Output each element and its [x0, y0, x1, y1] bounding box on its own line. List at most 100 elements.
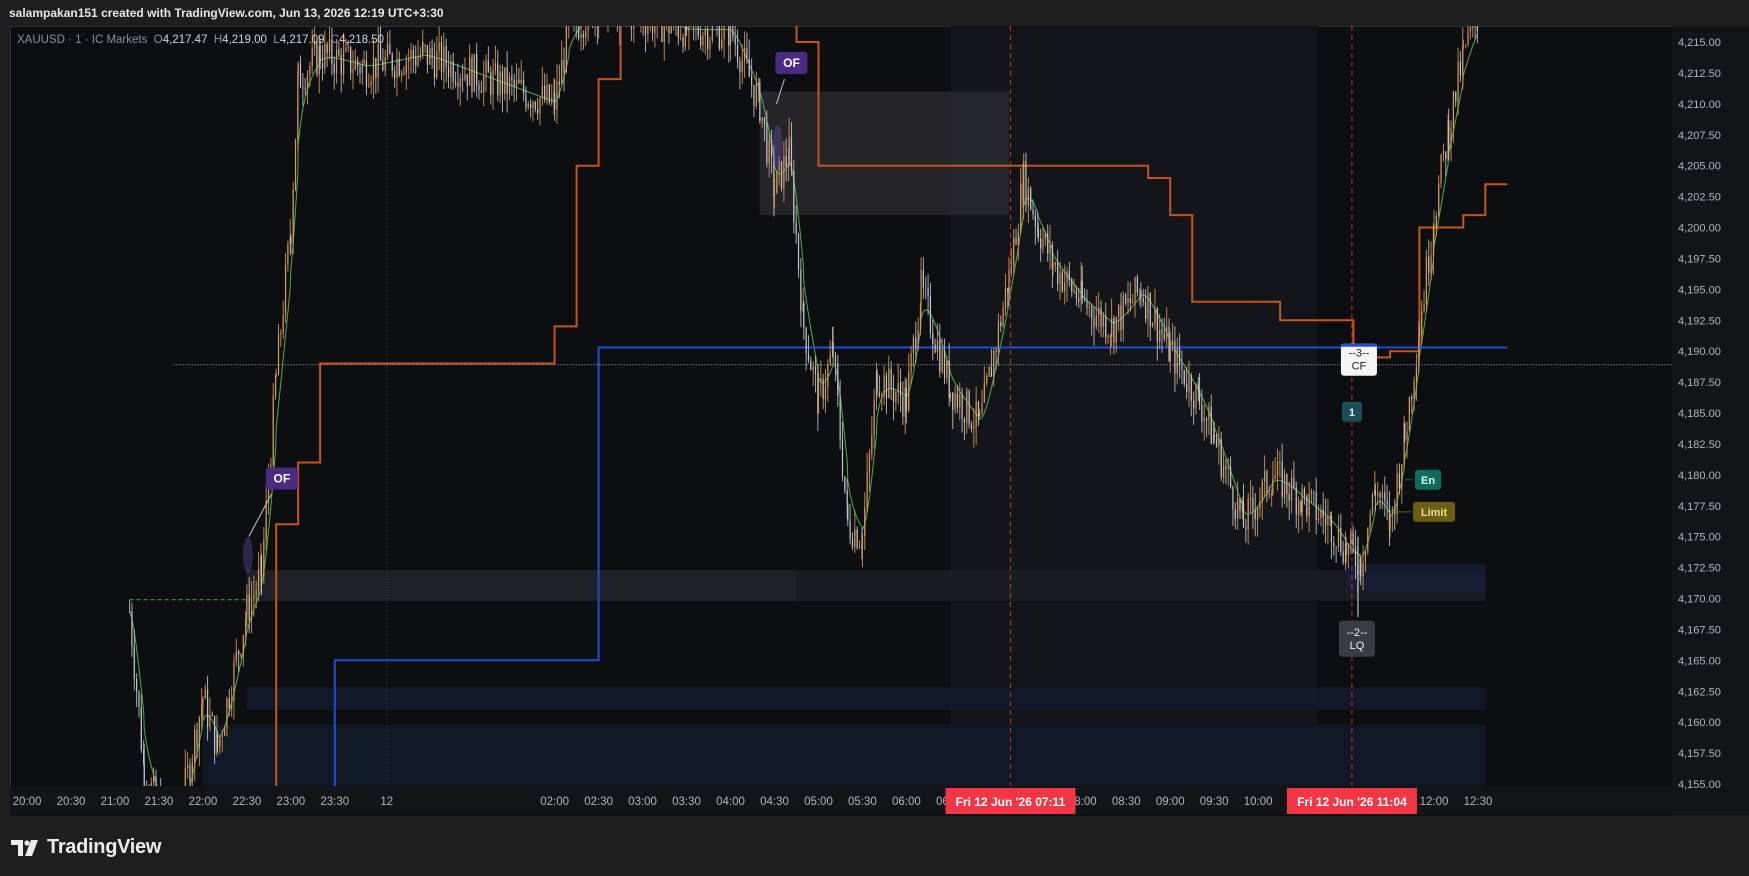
candle-body [1008, 269, 1010, 293]
marker-3-cf[interactable]: --3--CF [1340, 343, 1377, 376]
candle-body [201, 705, 203, 718]
candle-body [728, 26, 730, 46]
zone-layer [202, 26, 1486, 786]
low-value: 4,217.09 [279, 34, 325, 46]
x-tick-label: 03:00 [628, 796, 657, 808]
candle-body [209, 714, 211, 727]
y-tick-label: 4,157.50 [1678, 748, 1721, 760]
y-tick-label: 4,175.00 [1678, 532, 1721, 544]
candle-body [892, 388, 895, 402]
candle-body [925, 287, 927, 289]
candle-body [915, 337, 917, 349]
x-tick-label: 12:00 [1420, 796, 1449, 808]
candle-body [932, 333, 934, 345]
candle-body [1044, 233, 1046, 240]
candle-body [1271, 493, 1273, 495]
candle-body [1178, 348, 1181, 366]
candle-body [309, 66, 311, 75]
marker-1[interactable]: 1 [1341, 401, 1362, 422]
candle-body [250, 599, 253, 620]
candle-body [1295, 487, 1297, 515]
candle-body [513, 79, 515, 87]
candle-body [248, 594, 250, 620]
candle-body [1462, 44, 1464, 46]
limit-label[interactable]: Limit [1413, 501, 1456, 522]
candle-body [228, 698, 230, 708]
candle-body [598, 11, 599, 26]
candle-body [321, 63, 324, 69]
candle-body [858, 546, 861, 548]
candle-body [758, 82, 760, 85]
candle-body [554, 92, 556, 110]
candle-body [573, 12, 574, 16]
candle-body [1264, 471, 1266, 482]
candle-body [714, 23, 715, 24]
candle-body [1054, 263, 1056, 265]
candle-body [905, 387, 907, 411]
liquidity-zone [246, 570, 797, 601]
x-tick-label: 23:30 [320, 796, 349, 808]
tradingview-logo[interactable]: TradingView [11, 836, 161, 859]
candle-body [386, 44, 389, 58]
candle-body [1171, 340, 1174, 344]
candle-body [977, 401, 980, 417]
symbol-legend: XAUUSD · 1 · IC Markets O4,217.47 H4,219… [17, 34, 384, 46]
x-tick-label: 03:30 [672, 796, 701, 808]
y-tick-label: 4,212.50 [1678, 68, 1721, 80]
candle-body [233, 661, 235, 702]
candle-body [469, 57, 471, 86]
candle-body [464, 74, 466, 80]
candle-body [226, 698, 228, 729]
candle-body [284, 264, 287, 316]
candle-body [1020, 183, 1022, 233]
candle-body [807, 353, 810, 361]
candle-body [685, 26, 688, 31]
candle-body [1049, 244, 1051, 254]
of-badge-2[interactable]: OF [775, 52, 808, 75]
candle-body [235, 651, 237, 662]
candle-body [1030, 187, 1032, 210]
price-chart[interactable]: OF OF --3--CF 1 --2--LQ En Limit 4,215.00 4,212… [0, 0, 1749, 816]
candle-body [412, 50, 414, 58]
candle-body [851, 538, 854, 548]
candle-body [483, 74, 485, 93]
candle-body [856, 529, 858, 548]
candle-body [587, 26, 589, 31]
candle-body [661, 26, 663, 42]
candle-body [790, 136, 793, 172]
candle-body [1134, 277, 1136, 302]
candle-body [304, 88, 306, 90]
candle-body [1462, 45, 1464, 76]
candle-body [1040, 238, 1042, 249]
candle-body [633, 26, 635, 29]
candle-body [140, 707, 142, 750]
candle-body [1225, 466, 1227, 469]
candle-body [707, 29, 709, 50]
candle-body [580, 34, 582, 38]
candle-body [568, 21, 569, 25]
of-badge-1[interactable]: OF [265, 467, 298, 490]
candle-body [675, 15, 676, 24]
candle-body [829, 354, 831, 364]
candle-body [1274, 475, 1276, 480]
candle-body [1418, 339, 1420, 367]
candle-body [1389, 513, 1391, 530]
candle-body [1000, 322, 1002, 327]
candle-body [534, 102, 536, 110]
candle-body [939, 340, 941, 372]
candle-body [1118, 305, 1120, 318]
candle-body [1298, 501, 1300, 515]
candle-body [993, 350, 995, 377]
marker-2-lq[interactable]: --2--LQ [1338, 620, 1375, 657]
candle-body [1415, 366, 1418, 382]
entry-label[interactable]: En [1415, 469, 1442, 490]
y-tick-label: 4,182.50 [1678, 439, 1721, 451]
candle-body [873, 400, 875, 436]
candle-body [1127, 298, 1129, 304]
candle-body [431, 48, 433, 59]
candle-body [1398, 473, 1401, 489]
candle-body [294, 139, 297, 190]
candle-body [1360, 558, 1362, 577]
candle-body [1350, 533, 1352, 545]
candle-body [1042, 239, 1044, 249]
